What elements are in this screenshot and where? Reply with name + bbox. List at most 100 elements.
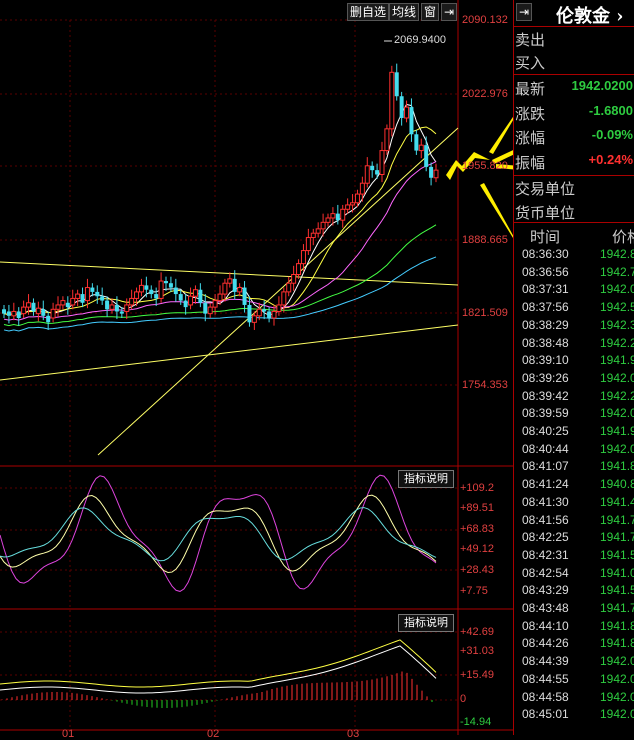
tick-time: 08:44:26 — [522, 636, 569, 651]
tick-price: 1942.0 — [600, 406, 634, 421]
candle-body — [100, 296, 105, 301]
trendline-lower[interactable] — [0, 324, 459, 381]
candle-body — [129, 297, 135, 306]
indicator1-line — [0, 494, 437, 574]
tick-price: 1941.7 — [600, 512, 634, 527]
tick-row: 08:38:48 1942.2 — [520, 336, 634, 352]
tick-time: 08:42:25 — [522, 530, 569, 545]
candle-body — [429, 166, 434, 178]
latest-row: 最新 1942.0200 — [515, 78, 633, 100]
candle-body — [105, 300, 110, 310]
candle-body — [267, 311, 272, 318]
price-label-3: 1955.820 — [462, 160, 508, 172]
pct-label: 涨幅 — [515, 129, 546, 147]
tick-price: 1942.5 — [600, 300, 634, 315]
tick-row: 08:40:44 1942.0 — [520, 442, 634, 458]
instrument-title: 伦敦金 › — [556, 6, 624, 27]
candle-body — [364, 165, 370, 184]
tick-price: 1941.7 — [600, 530, 634, 545]
tick-price: 1941.9 — [600, 424, 634, 438]
candle-body — [389, 71, 395, 130]
candle-body — [325, 217, 331, 223]
candle-body — [354, 193, 360, 204]
tick-row: 08:44:58 1942.0 — [520, 690, 634, 706]
tick-price: 1941.0 — [600, 565, 634, 580]
tick-time: 08:37:31 — [522, 282, 569, 297]
del-watch-button[interactable]: 删自选 — [347, 3, 390, 21]
sell-row: 卖出 — [515, 29, 633, 51]
tick-row: 08:40:25 1941.9 — [520, 424, 634, 440]
collapse-left-button[interactable]: ⇥ — [441, 3, 458, 21]
ind2-label-2: +31.03 — [460, 645, 494, 657]
candle-body — [75, 293, 81, 299]
candle-body — [256, 308, 262, 317]
pct-row: 涨幅 -0.09% — [515, 127, 633, 149]
indicator2-help-button[interactable]: 指标说明 — [398, 614, 454, 632]
candle-body — [399, 96, 404, 118]
indicator1-help-button[interactable]: 指标说明 — [398, 470, 454, 488]
tick-time: 08:39:59 — [522, 406, 569, 421]
candle-body — [404, 106, 410, 119]
change-value: -1.6800 — [588, 103, 633, 118]
tick-price: 1942.0 — [600, 707, 634, 722]
candle-body — [84, 287, 90, 302]
latest-value: 1942.0200 — [571, 78, 633, 93]
window-button[interactable]: 窗 — [421, 3, 440, 21]
tick-time: 08:37:56 — [522, 300, 569, 315]
candle-body — [124, 304, 130, 312]
max-price-marker: 2069.9400 — [394, 34, 446, 46]
tick-row: 08:44:26 1941.8 — [520, 636, 634, 652]
candle-body — [276, 304, 282, 312]
tick-price: 1941.4 — [600, 494, 634, 509]
ind2-label-3: +15.49 — [460, 669, 494, 681]
candle-body — [320, 221, 326, 230]
candle-body — [114, 304, 119, 312]
tick-price: 1942.8 — [600, 247, 634, 261]
candle-body — [31, 302, 36, 312]
candle-body — [310, 232, 316, 239]
tick-time: 08:44:58 — [522, 689, 569, 704]
tick-price: 1941.8 — [600, 618, 634, 633]
tick-row: 08:44:10 1941.8 — [520, 619, 634, 635]
tick-time: 08:38:48 — [522, 335, 569, 350]
candle-body — [35, 307, 41, 315]
tick-row: 08:43:29 1941.5 — [520, 583, 634, 599]
ma-button[interactable]: 均线 — [389, 3, 420, 21]
indicator2-lines — [0, 639, 437, 694]
candle-body — [207, 306, 213, 315]
tick-row: 08:39:42 1942.2 — [520, 389, 634, 405]
ind1-label-3: +68.83 — [460, 523, 494, 535]
candle-body — [315, 228, 321, 234]
macd-histogram — [1, 671, 433, 708]
tick-price: 1942.0 — [600, 282, 634, 297]
tick-time: 08:41:07 — [522, 459, 569, 474]
tick-row: 08:39:26 1942.0 — [520, 371, 634, 387]
candle-body — [50, 308, 56, 319]
amp-row: 振幅 +0.24% — [515, 152, 633, 174]
candle-body — [192, 289, 198, 297]
candle-body — [203, 302, 208, 314]
price-label-6: 1754.353 — [462, 379, 508, 391]
tick-time: 08:43:29 — [522, 583, 569, 598]
candle-body — [198, 289, 203, 303]
candle-body — [26, 302, 32, 308]
tick-price: 1940.8 — [600, 477, 634, 492]
candle-body — [247, 304, 252, 323]
tick-time: 08:39:10 — [522, 353, 569, 368]
indicator2-line — [0, 645, 437, 694]
candle-body — [375, 170, 380, 175]
tick-price: 1942.0 — [600, 689, 634, 704]
candle-body — [70, 297, 76, 306]
tick-price: 1941.5 — [600, 583, 634, 598]
trade-unit-row: 交易单位 — [515, 178, 633, 200]
price-label-5: 1821.509 — [462, 307, 508, 319]
candle-body — [300, 250, 306, 265]
ind1-label-6: +7.75 — [460, 585, 488, 597]
price-grid — [0, 19, 458, 730]
price-label-1: 2090.132 — [462, 14, 508, 26]
currency-row: 货币单位 — [515, 202, 633, 224]
candle-body — [16, 311, 21, 318]
candle-body — [158, 280, 164, 299]
ind2-label-4: 0 — [460, 693, 467, 705]
candle-body — [384, 128, 390, 152]
